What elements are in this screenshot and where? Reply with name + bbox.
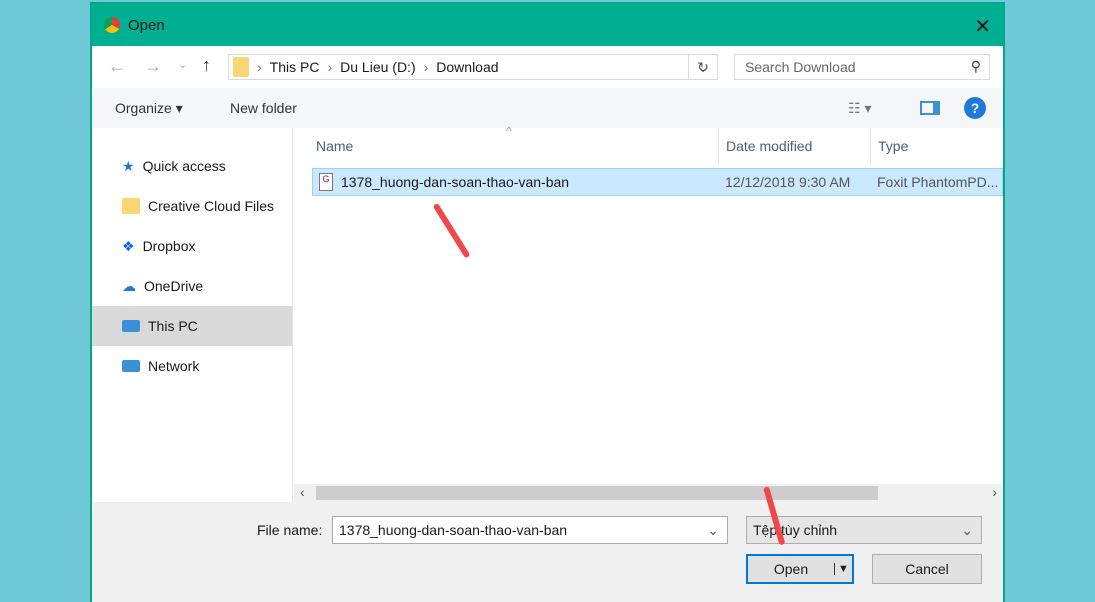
computer-icon: [122, 320, 140, 332]
chrome-icon: [104, 17, 120, 33]
file-list: Name ^ Date modified Type G 1378_huong-d…: [294, 124, 1003, 484]
search-placeholder: Search Download: [745, 59, 856, 75]
crumb-download[interactable]: Download: [436, 59, 498, 75]
sidebar-item-quick-access[interactable]: ★ Quick access: [92, 146, 292, 186]
open-dialog: Open ✕ ← → ⌄ ↑ › This PC › Du Lieu (D:) › D…: [90, 2, 1005, 602]
cancel-button[interactable]: Cancel: [872, 554, 982, 584]
scroll-left-icon[interactable]: ‹: [300, 484, 305, 500]
breadcrumb[interactable]: › This PC › Du Lieu (D:) › Download ⌄: [228, 54, 718, 80]
back-icon[interactable]: ←: [108, 56, 126, 77]
sort-asc-icon: ^: [506, 124, 512, 138]
file-date: 12/12/2018 9:30 AM: [725, 174, 851, 190]
preview-pane-icon[interactable]: [920, 101, 940, 115]
sidebar-item-dropbox[interactable]: ❖ Dropbox: [92, 226, 292, 266]
sidebar-item-label: OneDrive: [144, 278, 204, 294]
sidebar-item-label: Network: [148, 358, 200, 374]
crumb-drive[interactable]: Du Lieu (D:): [340, 59, 415, 75]
file-name: 1378_huong-dan-soan-thao-van-ban: [341, 174, 570, 190]
open-label: Open: [773, 561, 809, 577]
scrollbar-thumb[interactable]: [316, 486, 878, 500]
sidebar-item-label: This PC: [148, 318, 198, 334]
close-button[interactable]: ✕: [974, 14, 991, 39]
cloud-icon: ☁: [122, 277, 136, 294]
sidebar-item-label: Quick access: [142, 158, 226, 174]
search-input[interactable]: Search Download ⚲: [734, 54, 990, 80]
refresh-button[interactable]: ↻: [688, 54, 718, 80]
navigation-pane: ★ Quick access Creative Cloud Files ❖ Drop…: [92, 128, 293, 502]
title-bar: Open ✕: [92, 4, 1003, 46]
help-icon[interactable]: ?: [964, 97, 986, 119]
forward-icon[interactable]: →: [144, 56, 162, 77]
sidebar-item-this-pc[interactable]: This PC: [92, 306, 292, 346]
column-date[interactable]: Date modified: [726, 138, 812, 154]
sidebar-item-label: Creative Cloud Files: [148, 198, 275, 214]
window-title: Open: [128, 16, 165, 34]
sidebar-item-onedrive[interactable]: ☁ OneDrive: [92, 266, 292, 306]
search-icon: ⚲: [970, 58, 981, 74]
organize-button[interactable]: Organize ▾: [115, 100, 183, 117]
horizontal-scrollbar[interactable]: ‹ ›: [294, 484, 1003, 502]
scroll-right-icon[interactable]: ›: [992, 484, 997, 500]
recent-dropdown-icon[interactable]: ⌄: [178, 58, 187, 71]
star-icon: ★: [122, 157, 135, 174]
sidebar-item-creative-cloud[interactable]: Creative Cloud Files: [92, 186, 292, 226]
file-type-value: Tệp tùy chỉnh: [753, 522, 838, 538]
dropbox-icon: ❖: [122, 237, 135, 254]
view-options-icon[interactable]: ☷ ▾: [848, 100, 871, 117]
up-icon[interactable]: ↑: [202, 55, 211, 76]
file-type: Foxit PhantomPD...: [877, 174, 999, 190]
file-name-value: 1378_huong-dan-soan-thao-van-ban: [339, 522, 568, 538]
open-button[interactable]: Open ▼: [746, 554, 854, 584]
pdf-file-icon: G: [319, 173, 333, 191]
file-name-label: File name:: [257, 522, 323, 538]
crumb-this-pc[interactable]: This PC: [270, 59, 320, 75]
open-dropdown-icon[interactable]: ▼: [834, 563, 852, 575]
sidebar-item-network[interactable]: Network: [92, 346, 292, 386]
creative-cloud-icon: [122, 198, 140, 214]
folder-icon: [233, 57, 249, 77]
column-name[interactable]: Name: [316, 138, 353, 154]
file-name-input[interactable]: 1378_huong-dan-soan-thao-van-ban ⌄: [332, 516, 728, 544]
sidebar-item-label: Dropbox: [142, 238, 196, 254]
column-type[interactable]: Type: [878, 138, 908, 154]
new-folder-button[interactable]: New folder: [230, 100, 297, 116]
network-icon: [122, 360, 140, 372]
file-row[interactable]: G 1378_huong-dan-soan-thao-van-ban 12/12…: [312, 168, 1003, 196]
